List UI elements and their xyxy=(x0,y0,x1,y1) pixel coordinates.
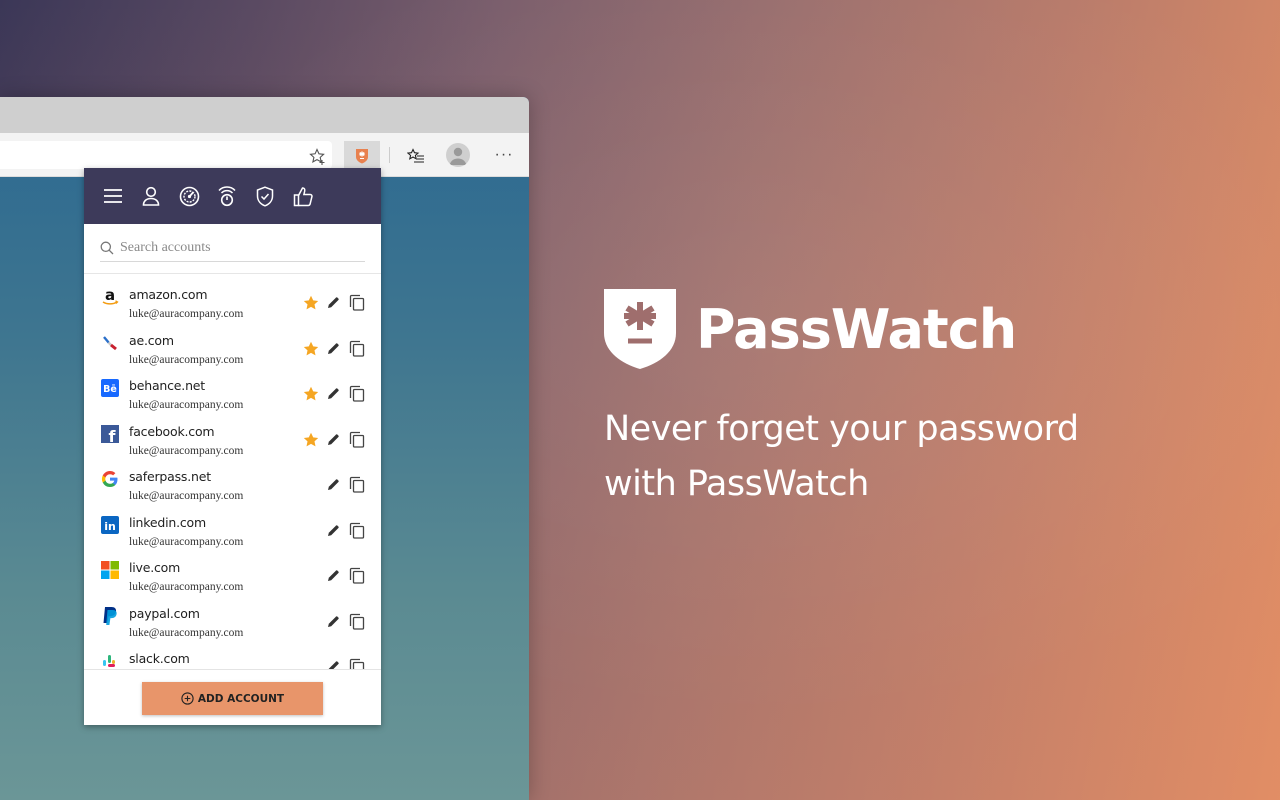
account-domain: slack.com xyxy=(129,651,190,666)
edit-pencil-icon[interactable] xyxy=(327,478,340,491)
copy-icon[interactable] xyxy=(349,658,365,669)
brand-lockup: PassWatch xyxy=(604,289,1017,369)
american-airlines-logo xyxy=(100,333,120,353)
dashboard-gauge-icon[interactable] xyxy=(178,185,200,207)
search-section xyxy=(84,224,381,274)
favorite-star-icon[interactable] xyxy=(303,295,319,311)
account-row[interactable]: saferpass.net luke@auracompany.com xyxy=(84,457,381,503)
account-list[interactable]: a amazon.com luke@auracompany.com ae.com luk… xyxy=(84,275,381,669)
account-email: luke@auracompany.com xyxy=(129,399,244,411)
copy-icon[interactable] xyxy=(349,476,365,493)
favorite-star-icon[interactable] xyxy=(303,341,319,357)
edit-pencil-icon[interactable] xyxy=(327,615,340,628)
menu-icon[interactable] xyxy=(102,185,124,207)
behance-logo: Bē xyxy=(100,378,120,398)
copy-icon[interactable] xyxy=(349,340,365,357)
account-row[interactable]: a amazon.com luke@auracompany.com xyxy=(84,275,381,321)
account-row[interactable]: in linkedin.com luke@auracompany.com xyxy=(84,503,381,549)
svg-text:a: a xyxy=(105,287,115,304)
account-email: luke@auracompany.com xyxy=(129,308,244,320)
account-row[interactable]: live.com luke@auracompany.com xyxy=(84,548,381,594)
brand-name: PassWatch xyxy=(696,297,1017,361)
toolbar-divider xyxy=(389,147,390,163)
account-domain: live.com xyxy=(129,560,181,575)
edit-pencil-icon[interactable] xyxy=(327,569,340,582)
search-field[interactable] xyxy=(100,234,365,262)
account-row[interactable]: paypal.com luke@auracompany.com xyxy=(84,594,381,640)
svg-text:Bē: Bē xyxy=(103,384,117,395)
account-domain: ae.com xyxy=(129,332,174,348)
passwatch-shield-icon xyxy=(356,148,368,163)
tab-strip xyxy=(0,97,529,133)
account-row[interactable]: Bē behance.net luke@auracompany.com xyxy=(84,366,381,412)
microsoft-logo xyxy=(100,560,120,580)
thumbs-up-icon[interactable] xyxy=(292,185,314,207)
edit-pencil-icon[interactable] xyxy=(327,524,340,537)
shield-check-icon[interactable] xyxy=(254,185,276,207)
breach-alert-icon[interactable] xyxy=(216,185,238,207)
passwatch-popup: a amazon.com luke@auracompany.com ae.com luk… xyxy=(84,168,381,725)
popup-header xyxy=(84,168,381,224)
account-domain: facebook.com xyxy=(129,423,215,439)
account-domain: paypal.com xyxy=(129,605,200,621)
plus-circle-icon xyxy=(181,692,194,705)
account-row[interactable]: ae.com luke@auracompany.com xyxy=(84,321,381,367)
account-email: luke@auracompany.com xyxy=(129,626,244,639)
tagline: Never forget your password with PassWatc… xyxy=(604,402,1164,512)
copy-icon[interactable] xyxy=(349,431,365,448)
add-account-button[interactable]: ADD ACCOUNT xyxy=(142,682,323,715)
tagline-line-2: with PassWatch xyxy=(604,464,869,504)
copy-icon[interactable] xyxy=(349,567,365,584)
copy-icon[interactable] xyxy=(349,385,365,402)
svg-text:f: f xyxy=(109,427,117,443)
favorites-list-icon[interactable] xyxy=(404,145,428,169)
popup-footer: ADD ACCOUNT xyxy=(84,669,381,725)
edit-pencil-icon[interactable] xyxy=(327,660,340,669)
account-email: luke@auracompany.com xyxy=(129,490,244,502)
facebook-logo: f xyxy=(100,424,120,444)
account-email: luke@auracompany.com xyxy=(129,581,244,593)
account-email: luke@auracompany.com xyxy=(129,353,244,366)
account-row[interactable]: f facebook.com luke@auracompany.com xyxy=(84,412,381,458)
user-icon[interactable] xyxy=(140,185,162,207)
copy-icon[interactable] xyxy=(349,294,365,311)
linkedin-logo: in xyxy=(100,515,120,535)
edit-pencil-icon[interactable] xyxy=(327,342,340,355)
amazon-logo: a xyxy=(100,287,120,307)
more-menu-button[interactable]: ··· xyxy=(490,143,518,167)
add-account-label: ADD ACCOUNT xyxy=(197,692,285,705)
google-logo xyxy=(100,469,120,489)
edit-pencil-icon[interactable] xyxy=(327,433,340,446)
account-email: luke@auracompany.com xyxy=(129,444,244,457)
copy-icon[interactable] xyxy=(349,613,365,630)
account-domain: amazon.com xyxy=(129,287,208,302)
account-domain: saferpass.net xyxy=(129,469,211,484)
avatar[interactable] xyxy=(446,143,470,167)
search-icon xyxy=(100,241,114,254)
account-email: luke@auracompany.com xyxy=(129,535,244,548)
favorite-star-icon[interactable] xyxy=(303,386,319,402)
slack-logo xyxy=(100,651,120,669)
star-plus-icon[interactable] xyxy=(306,145,330,169)
tagline-line-1: Never forget your password xyxy=(604,409,1079,449)
svg-text:in: in xyxy=(104,520,116,533)
paypal-logo xyxy=(100,606,120,626)
search-input[interactable] xyxy=(120,239,350,256)
passwatch-logo-icon xyxy=(604,289,676,369)
account-row[interactable]: slack.comluke@auracompany.com xyxy=(84,639,381,669)
favorite-star-icon[interactable] xyxy=(303,432,319,448)
passwatch-extension-button[interactable] xyxy=(344,141,380,170)
edit-pencil-icon[interactable] xyxy=(327,296,340,309)
copy-icon[interactable] xyxy=(349,522,365,539)
address-bar[interactable] xyxy=(0,141,332,169)
edit-pencil-icon[interactable] xyxy=(327,387,340,400)
account-domain: linkedin.com xyxy=(129,514,206,530)
account-domain: behance.net xyxy=(129,378,205,393)
